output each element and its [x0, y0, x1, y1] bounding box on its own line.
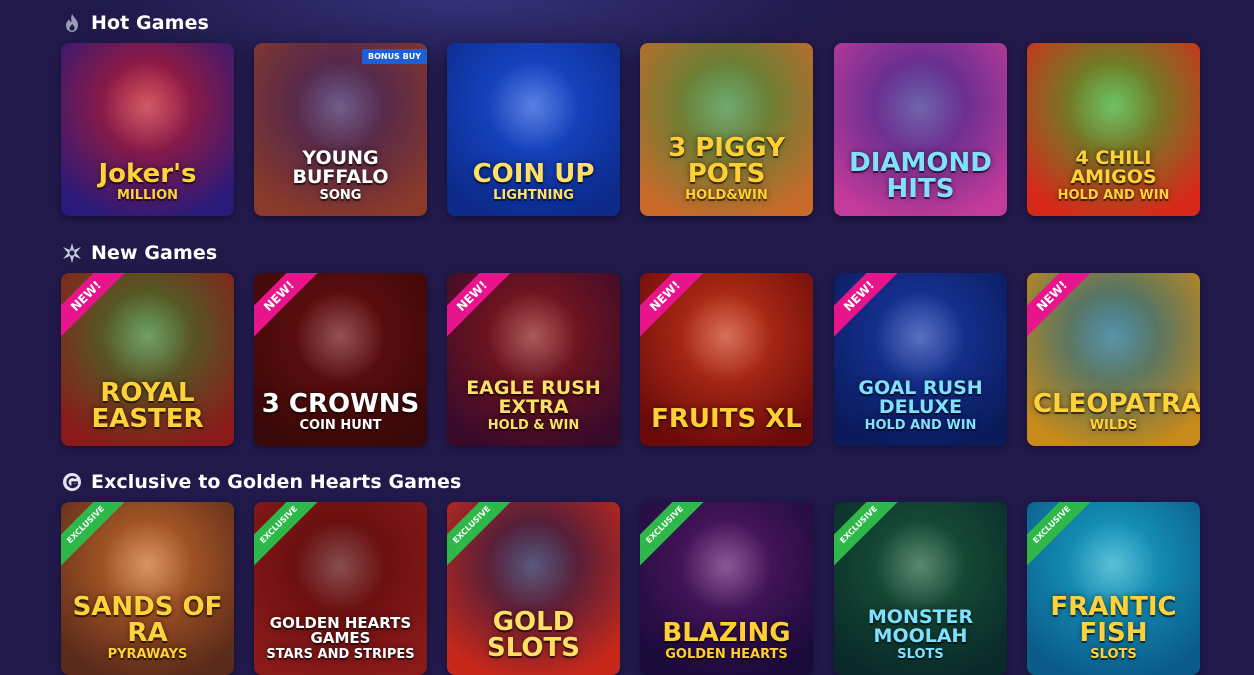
game-title: 3 PIGGY POTS HOLD&WIN	[640, 135, 813, 202]
game-row: ROYAL EASTER NEW! 3 CROWNS COIN HUNT NEW! EAG…	[61, 273, 1201, 446]
game-title: 3 CROWNS COIN HUNT	[254, 391, 427, 432]
game-title: YOUNG BUFFALO SONG	[254, 147, 427, 203]
game-title-sub: LIGHTNING	[493, 188, 574, 203]
game-tile[interactable]: COIN UP LIGHTNING	[447, 43, 620, 216]
game-tile[interactable]: 3 PIGGY POTS HOLD&WIN	[640, 43, 813, 216]
artwork-glow	[680, 520, 772, 612]
game-title: COIN UP LIGHTNING	[447, 161, 620, 202]
artwork-glow	[874, 291, 966, 383]
game-tile[interactable]: FRANTIC FISH SLOTS EXCLUSIVE	[1027, 502, 1200, 675]
game-title-main: GOLDEN HEARTS GAMES	[269, 614, 412, 647]
game-title-main: BLAZING	[662, 618, 791, 648]
game-title-main: CLEOPATRA	[1033, 389, 1200, 419]
game-title-main: ROYAL EASTER	[91, 378, 204, 434]
game-row: SANDS OF RA PYRAWAYS EXCLUSIVE GOLDEN HEART…	[61, 502, 1201, 675]
game-tile[interactable]: GOLDEN HEARTS GAMES STARS AND STRIPES EXCL…	[254, 502, 427, 675]
artwork-glow	[1067, 291, 1159, 383]
section-exclusive-games: Exclusive to Golden Hearts Games SANDS O…	[61, 467, 1201, 675]
game-title: CLEOPATRA WILDS	[1027, 391, 1200, 432]
section-hot-games: Hot Games Joker's MILLION YOUNG BUFFALO SON…	[61, 8, 1201, 216]
bonus-buy-badge: BONUS BUY	[361, 49, 427, 64]
game-tile[interactable]: GOLD SLOTS EXCLUSIVE	[447, 502, 620, 675]
game-tile[interactable]: FRUITS XL NEW!	[640, 273, 813, 446]
game-title-main: COIN UP	[472, 159, 595, 189]
game-title-sub: GOLDEN HEARTS	[665, 647, 788, 662]
game-tile[interactable]: EAGLE RUSH EXTRA HOLD & WIN NEW!	[447, 273, 620, 446]
game-tile[interactable]: ROYAL EASTER NEW!	[61, 273, 234, 446]
game-title: FRUITS XL	[640, 406, 813, 432]
game-title-sub: HOLD AND WIN	[864, 418, 977, 433]
artwork-glow	[1067, 61, 1159, 153]
game-title: MONSTER MOOLAH SLOTS	[834, 606, 1007, 662]
artwork-glow	[294, 61, 386, 153]
game-tile[interactable]: SANDS OF RA PYRAWAYS EXCLUSIVE	[61, 502, 234, 675]
sparkle-burst-icon	[61, 242, 83, 264]
flame-icon	[61, 12, 83, 34]
game-row: Joker's MILLION YOUNG BUFFALO SONG BONUS BUY…	[61, 43, 1201, 216]
section-title: Exclusive to Golden Hearts Games	[91, 471, 462, 493]
game-title-sub: HOLD & WIN	[487, 418, 580, 433]
game-tile[interactable]: GOAL RUSH DELUXE HOLD AND WIN NEW!	[834, 273, 1007, 446]
game-title-main: EAGLE RUSH EXTRA	[466, 377, 601, 418]
game-title-sub: SLOTS	[1090, 647, 1137, 662]
artwork-glow	[294, 520, 386, 612]
game-title: BLAZING GOLDEN HEARTS	[640, 620, 813, 661]
section-header: Exclusive to Golden Hearts Games	[61, 467, 1201, 497]
game-title-main: 3 PIGGY POTS	[668, 133, 785, 189]
game-title-main: Joker's	[98, 159, 197, 189]
game-title-main: MONSTER MOOLAH	[867, 606, 974, 647]
game-title-main: 4 CHILI AMIGOS	[1070, 147, 1157, 188]
artwork-glow	[294, 291, 386, 383]
game-title-sub: HOLD&WIN	[685, 188, 768, 203]
artwork-glow	[874, 61, 966, 153]
game-tile[interactable]: BLAZING GOLDEN HEARTS EXCLUSIVE	[640, 502, 813, 675]
artwork-glow	[101, 291, 193, 383]
section-new-games: New Games ROYAL EASTER NEW! 3 CROWNS COIN H…	[61, 238, 1201, 446]
game-title-sub: SONG	[319, 188, 362, 203]
game-title: Joker's MILLION	[61, 161, 234, 202]
game-title-main: YOUNG BUFFALO	[292, 147, 389, 188]
section-header: Hot Games	[61, 8, 1201, 38]
game-title: SANDS OF RA PYRAWAYS	[61, 594, 234, 661]
game-title-main: SANDS OF RA	[72, 592, 223, 648]
game-title-main: 3 CROWNS	[261, 389, 420, 419]
game-title-sub: MILLION	[116, 188, 179, 203]
artwork-glow	[487, 61, 579, 153]
golden-hearts-logo-icon	[61, 471, 83, 493]
game-title-main: DIAMOND HITS	[849, 148, 992, 204]
game-tile[interactable]: Joker's MILLION	[61, 43, 234, 216]
section-title: Hot Games	[91, 12, 209, 34]
artwork-glow	[680, 291, 772, 383]
game-title-main: FRUITS XL	[651, 404, 802, 434]
artwork-glow	[487, 520, 579, 612]
game-title: ROYAL EASTER	[61, 380, 234, 432]
game-title: GOAL RUSH DELUXE HOLD AND WIN	[834, 377, 1007, 433]
game-title-sub: SLOTS	[897, 647, 944, 662]
game-title: GOLDEN HEARTS GAMES STARS AND STRIPES	[254, 614, 427, 662]
section-header: New Games	[61, 238, 1201, 268]
game-title-sub: STARS AND STRIPES	[266, 647, 415, 662]
game-title-main: GOAL RUSH DELUXE	[858, 377, 983, 418]
artwork-glow	[487, 291, 579, 383]
game-title: GOLD SLOTS	[447, 609, 620, 661]
game-title-sub: HOLD AND WIN	[1057, 188, 1170, 203]
game-title: EAGLE RUSH EXTRA HOLD & WIN	[447, 377, 620, 433]
section-title: New Games	[91, 242, 218, 264]
game-tile[interactable]: MONSTER MOOLAH SLOTS EXCLUSIVE	[834, 502, 1007, 675]
game-title-sub: PYRAWAYS	[107, 647, 188, 662]
game-tile[interactable]: 4 CHILI AMIGOS HOLD AND WIN	[1027, 43, 1200, 216]
game-tile[interactable]: DIAMOND HITS	[834, 43, 1007, 216]
game-tile[interactable]: 3 CROWNS COIN HUNT NEW!	[254, 273, 427, 446]
game-title-sub: COIN HUNT	[299, 418, 382, 433]
game-title-sub: WILDS	[1089, 418, 1138, 433]
game-title-main: FRANTIC FISH	[1050, 592, 1177, 648]
game-tile[interactable]: CLEOPATRA WILDS NEW!	[1027, 273, 1200, 446]
game-title: 4 CHILI AMIGOS HOLD AND WIN	[1027, 147, 1200, 203]
game-title: DIAMOND HITS	[834, 150, 1007, 202]
game-title-main: GOLD SLOTS	[487, 607, 580, 663]
game-title: FRANTIC FISH SLOTS	[1027, 594, 1200, 661]
artwork-glow	[101, 61, 193, 153]
game-tile[interactable]: YOUNG BUFFALO SONG BONUS BUY	[254, 43, 427, 216]
artwork-glow	[874, 520, 966, 612]
